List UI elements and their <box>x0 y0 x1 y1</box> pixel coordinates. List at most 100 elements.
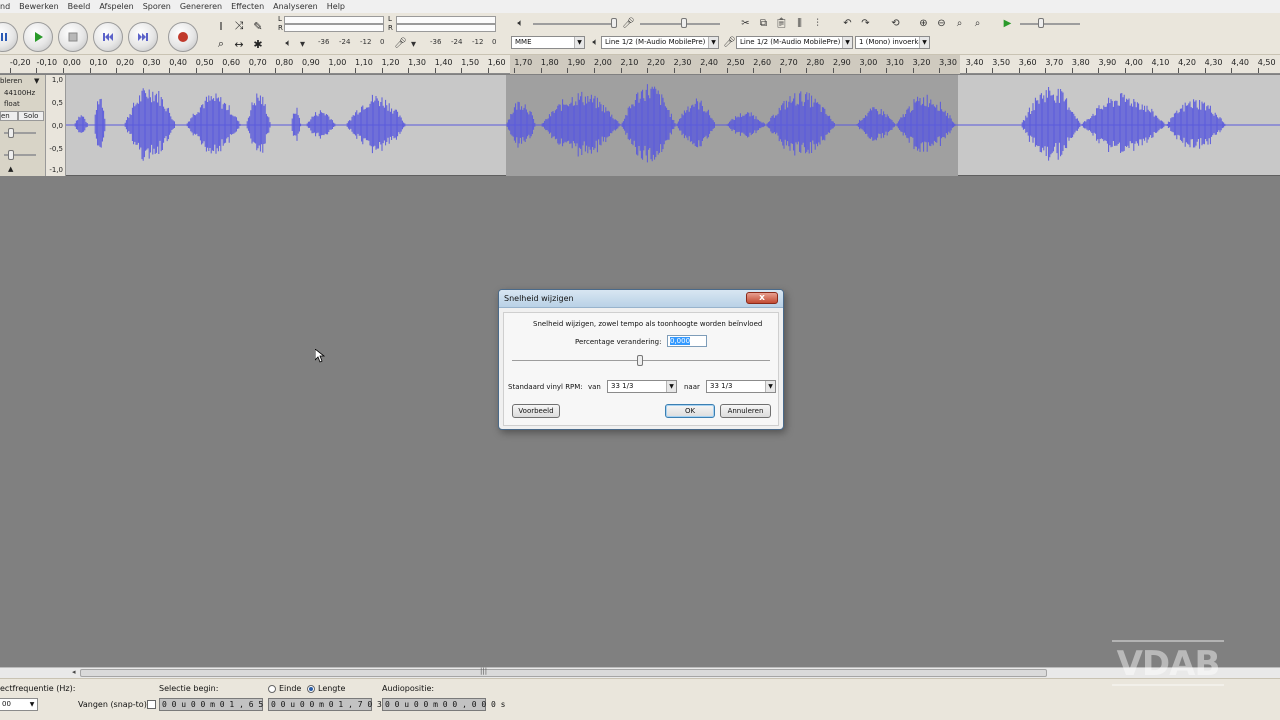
from-label: van <box>588 383 601 391</box>
silence-icon[interactable]: ⫶ <box>810 16 825 31</box>
play-at-speed-icon[interactable]: ▶ <box>1000 16 1015 31</box>
cut-icon[interactable]: ✂ <box>738 16 753 31</box>
pan-thumb[interactable] <box>8 150 14 160</box>
solo-button[interactable]: Solo <box>18 111 44 121</box>
selection-tool-icon[interactable]: I <box>213 18 229 34</box>
fit-project-icon[interactable]: ⌕ <box>970 16 985 31</box>
output-volume-thumb[interactable] <box>611 18 617 28</box>
cancel-button[interactable]: Annuleren <box>720 404 771 418</box>
horizontal-scrollbar[interactable]: ◂ ||| <box>0 667 1280 678</box>
preview-button[interactable]: Voorbeeld <box>512 404 560 418</box>
chevron-down-icon[interactable]: ▾ <box>406 37 421 52</box>
speaker-icon[interactable]: 🔈︎ <box>281 36 296 51</box>
draw-tool-icon[interactable]: ✎ <box>250 18 266 34</box>
ruler-tick <box>328 68 330 73</box>
output-device-select[interactable]: Line 1/2 (M-Audio MobilePre) ▼ <box>601 36 719 49</box>
trim-icon[interactable]: ⫼ <box>792 16 807 31</box>
ruler-tick-label: 1,80 <box>540 58 559 67</box>
zoom-out-icon[interactable]: ⊖ <box>934 16 949 31</box>
stop-button[interactable] <box>58 22 88 52</box>
snap-to-checkbox[interactable] <box>147 700 156 709</box>
redo-icon[interactable]: ↷ <box>858 16 873 31</box>
play-button[interactable] <box>23 22 53 52</box>
ruler-tick-label: 3,20 <box>912 58 931 67</box>
collapse-track-icon[interactable]: ▲ <box>8 165 13 173</box>
input-device-select[interactable]: Line 1/2 (M-Audio MobilePre) ▼ <box>736 36 853 49</box>
ok-button[interactable]: OK <box>665 404 715 418</box>
zoom-tool-icon[interactable]: ⌕ <box>213 36 229 52</box>
menu-item-0[interactable]: nd <box>0 2 15 11</box>
dialog-title: Snelheid wijzigen <box>504 294 574 303</box>
play-speed-thumb[interactable] <box>1038 18 1044 28</box>
input-volume-thumb[interactable] <box>681 18 687 28</box>
vinyl-rpm-label: Standaard vinyl RPM: <box>508 383 583 391</box>
input-channels-select[interactable]: 1 (Mono) invoerka ▼ <box>855 36 930 49</box>
ruler-tick-label: 0,90 <box>301 58 320 67</box>
track-name-button[interactable]: bleren ▼ <box>0 77 39 85</box>
ruler-tick <box>355 68 357 73</box>
length-radio[interactable] <box>307 685 315 693</box>
microphone-icon: 🎤︎ <box>622 18 635 29</box>
menu-item-4[interactable]: Sporen <box>139 2 176 11</box>
fit-selection-icon[interactable]: ⌕ <box>952 16 967 31</box>
menu-item-7[interactable]: Analyseren <box>269 2 323 11</box>
menu-item-5[interactable]: Genereren <box>176 2 227 11</box>
to-rpm-select[interactable]: 33 1/3 ▼ <box>706 380 776 393</box>
play-speed-slider[interactable] <box>1020 23 1080 25</box>
menu-item-8[interactable]: Help <box>323 2 350 11</box>
from-rpm-select[interactable]: 33 1/3 ▼ <box>607 380 677 393</box>
scrollbar-thumb[interactable] <box>80 669 1047 677</box>
mute-button[interactable]: en <box>0 111 18 121</box>
ruler-tick-label: 0,50 <box>195 58 214 67</box>
menu-item-1[interactable]: Bewerken <box>15 2 64 11</box>
ruler-tick-label: 1,50 <box>461 58 480 67</box>
end-radio[interactable] <box>268 685 276 693</box>
pause-button[interactable] <box>0 22 18 52</box>
ruler-tick <box>594 68 595 73</box>
undo-icon[interactable]: ↶ <box>840 16 855 31</box>
sync-lock-icon[interactable]: ⟲ <box>888 16 903 31</box>
audio-position-field[interactable]: 0 0 u 0 0 m 0 0 , 0 0 0 s <box>382 698 505 711</box>
menu-item-3[interactable]: Afspelen <box>95 2 138 11</box>
multi-tool-icon[interactable]: ✱ <box>250 36 266 52</box>
scroll-left-icon[interactable]: ◂ <box>72 668 76 676</box>
chevron-down-icon: ▼ <box>842 37 852 48</box>
close-button[interactable]: x <box>746 292 778 304</box>
copy-icon[interactable]: ⧉ <box>756 16 771 31</box>
percent-change-thumb[interactable] <box>637 355 643 366</box>
selection-start-field[interactable]: 0 0 u 0 0 m 0 1 , 6 5 4 s <box>159 698 282 711</box>
ruler-tick-label: 2,40 <box>700 58 718 67</box>
ruler-tick-label: 0,30 <box>142 58 161 67</box>
menu-item-6[interactable]: Effecten <box>227 2 269 11</box>
ruler-tick-label: 3,00 <box>859 58 878 67</box>
audio-host-select[interactable]: MME ▼ <box>511 36 585 49</box>
track-name: bleren <box>0 77 23 85</box>
ruler-tick <box>1125 68 1126 73</box>
percent-change-input[interactable]: 0,000 <box>667 335 707 347</box>
to-rpm-value: 33 1/3 <box>710 382 733 390</box>
input-volume-slider[interactable] <box>640 23 720 25</box>
output-volume-slider[interactable] <box>533 23 613 25</box>
dialog-body: Snelheid wijzigen, zowel tempo als toonh… <box>503 312 779 426</box>
menu-item-2[interactable]: Beeld <box>64 2 96 11</box>
skip-to-start-button[interactable] <box>93 22 123 52</box>
selection-length-field[interactable]: 0 0 u 0 0 m 0 1 , 7 0 3 s <box>268 698 391 711</box>
ruler-tick <box>514 68 516 73</box>
timeline-ruler[interactable]: -0,20 -0,10 0,00 0,10 0,20 0,30 0,40 0,50 0,60 0,… <box>0 55 1280 74</box>
meter-l-label-2: L <box>388 15 392 23</box>
timeshift-tool-icon[interactable]: ↔ <box>231 36 247 52</box>
envelope-tool-icon[interactable]: ⤨ <box>231 18 247 34</box>
record-button[interactable] <box>168 22 198 52</box>
waveform-area[interactable] <box>66 75 1280 176</box>
ruler-tick-label: 0,20 <box>116 58 134 67</box>
track-format: float <box>4 100 20 108</box>
chevron-down-icon[interactable]: ▾ <box>295 37 310 52</box>
dialog-titlebar[interactable]: Snelheid wijzigen x <box>499 290 783 308</box>
paste-icon[interactable]: 📋︎ <box>774 16 789 31</box>
project-rate-select[interactable]: 00 ▼ <box>0 698 38 711</box>
gain-thumb[interactable] <box>8 128 14 138</box>
zoom-in-icon[interactable]: ⊕ <box>916 16 931 31</box>
skip-to-end-button[interactable] <box>128 22 158 52</box>
to-label: naar <box>684 383 700 391</box>
meter-scale-label: -24 <box>339 38 351 46</box>
